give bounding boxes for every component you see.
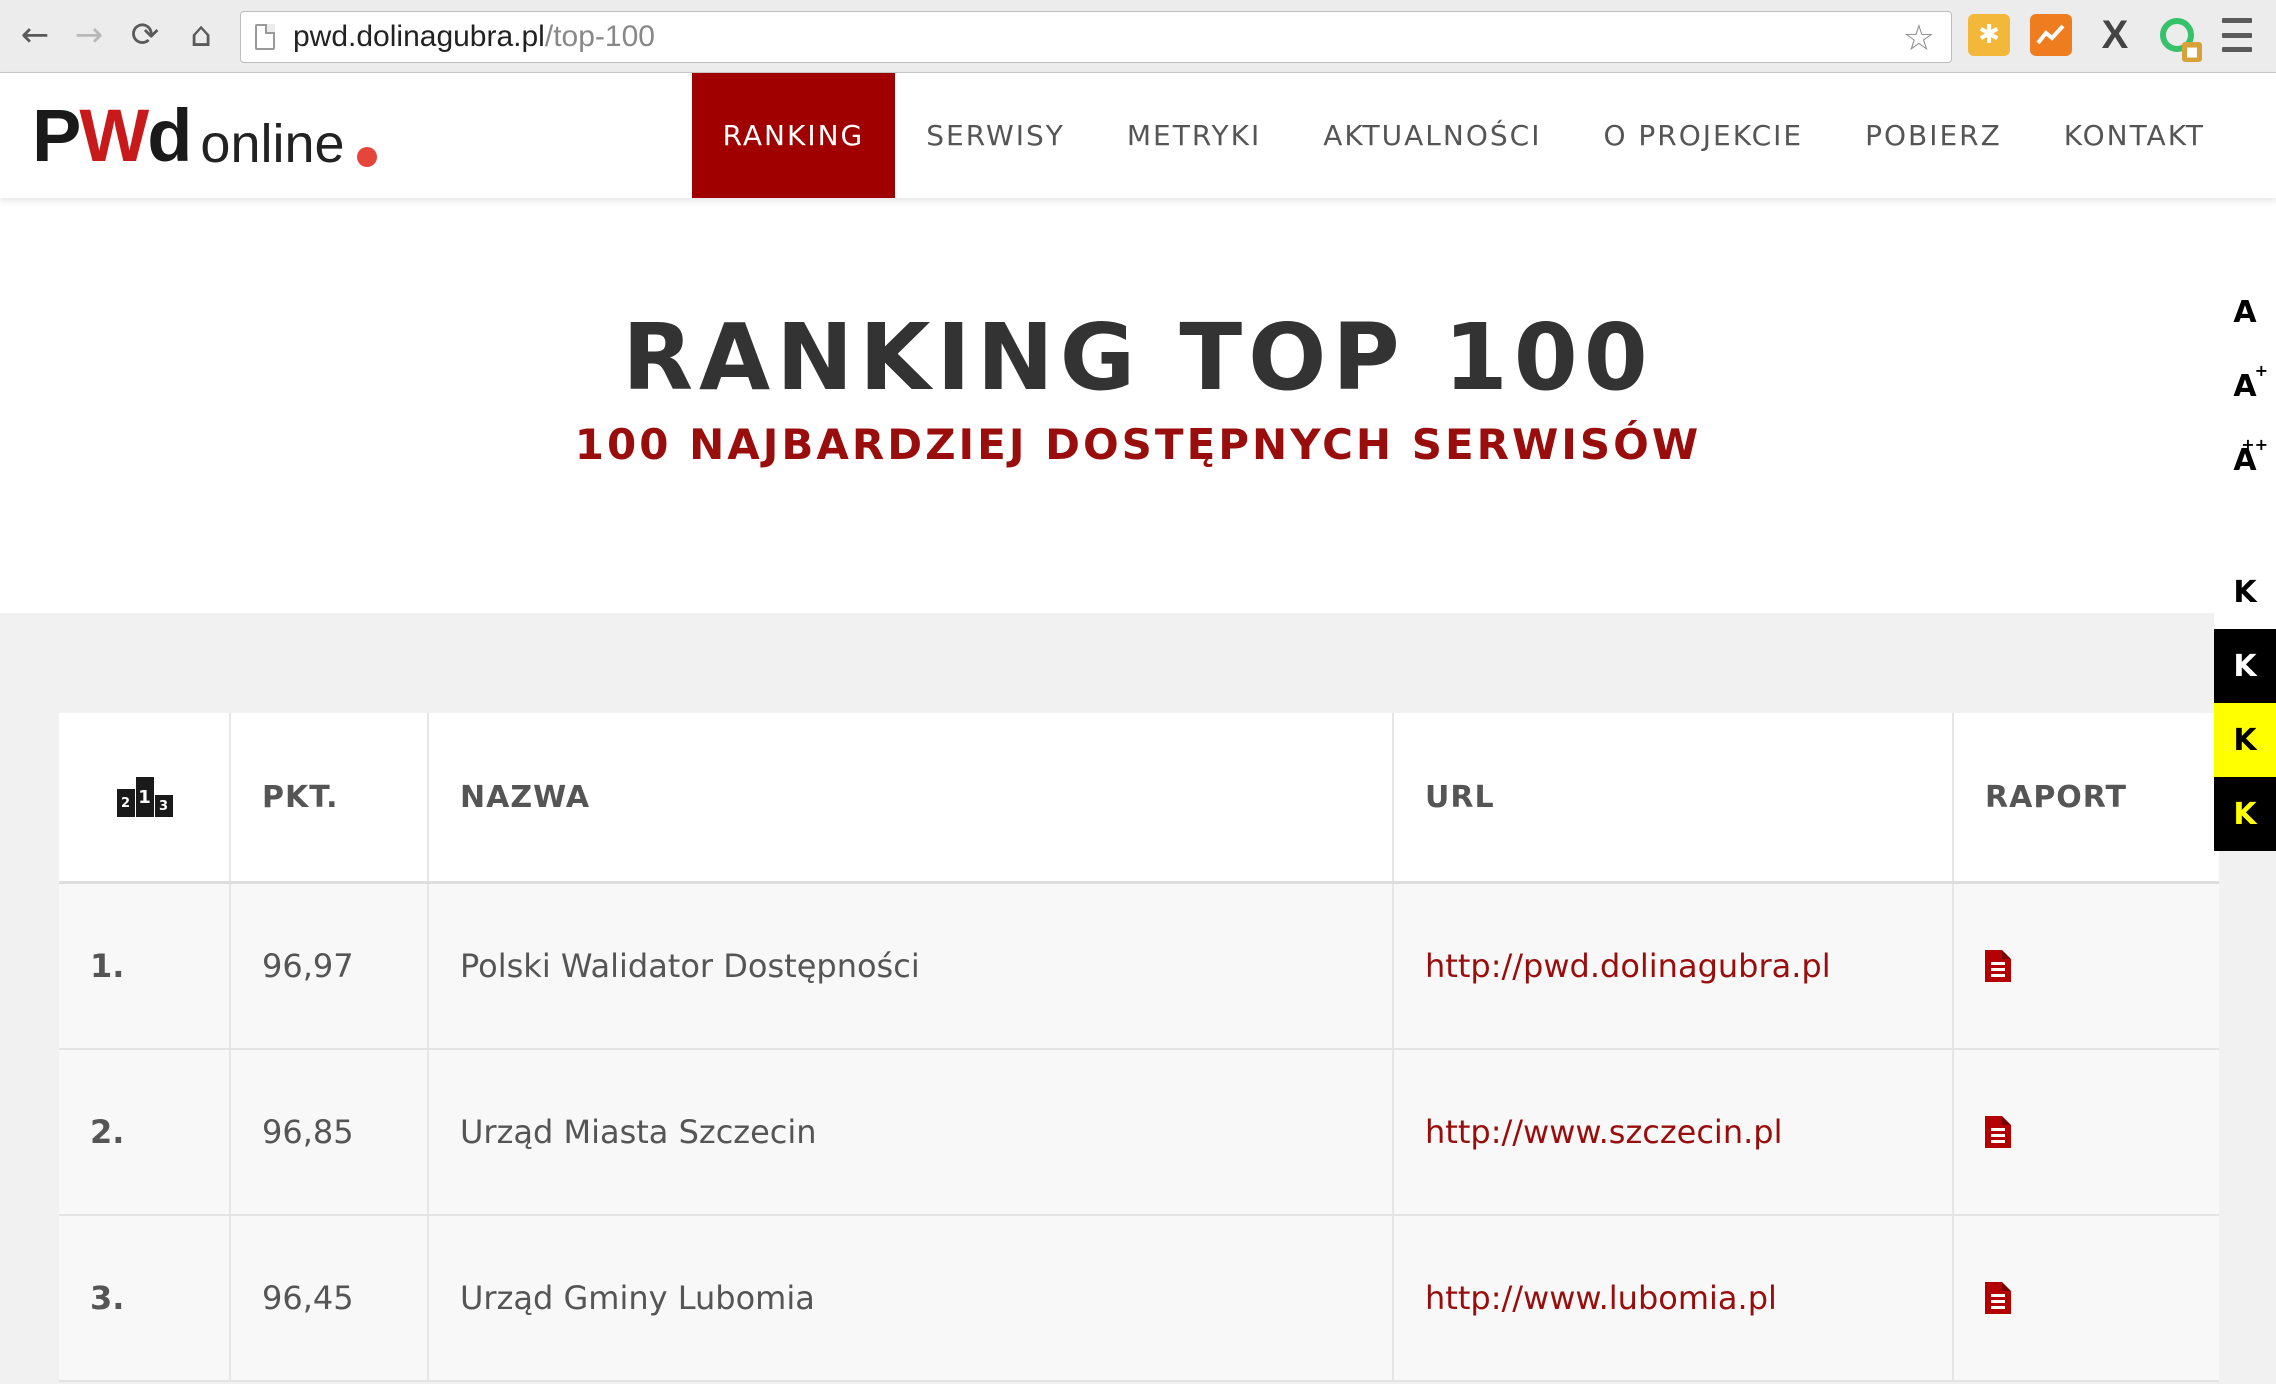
font-size-label: A xyxy=(2233,295,2257,330)
logo-pwd: PWd xyxy=(32,94,192,177)
font-size-sup: ++ xyxy=(2241,435,2268,454)
rank-cell: 3. xyxy=(59,1216,231,1380)
contrast-black-yellow-button[interactable]: K xyxy=(2214,777,2276,851)
report-document-icon[interactable] xyxy=(1985,1116,2011,1148)
nav-kontakt[interactable]: KONTAKT xyxy=(2033,73,2236,198)
url-cell: http://pwd.dolinagubra.pl xyxy=(1394,884,1954,1048)
nav-o-projekcie[interactable]: O PROJEKCIE xyxy=(1572,73,1834,198)
points-cell: 96,45 xyxy=(231,1216,429,1380)
table-header-row: 2 1 3 PKT. NAZWA URL RAPORT xyxy=(59,713,2219,884)
points-cell: 96,97 xyxy=(231,884,429,1048)
url-text[interactable]: pwd.dolinagubra.pl/top-100 xyxy=(293,20,655,54)
accessibility-bar: A A + A ++ K K K K xyxy=(2214,283,2276,851)
ranking-content: 2 1 3 PKT. NAZWA URL RAPORT 1. 96,97 Pol… xyxy=(0,613,2276,1384)
arrow-left-icon: ← xyxy=(20,15,50,55)
url-link[interactable]: http://pwd.dolinagubra.pl xyxy=(1425,947,1831,985)
back-button[interactable]: ← xyxy=(12,12,58,58)
page-subtitle: 100 NAJBARDZIEJ DOSTĘPNYCH SERWISÓW xyxy=(574,420,1702,469)
reload-button[interactable]: ⟳ xyxy=(122,12,168,58)
chart-extension-icon[interactable] xyxy=(2030,14,2072,56)
url-cell: http://www.szczecin.pl xyxy=(1394,1050,1954,1214)
contrast-black-white-button[interactable]: K xyxy=(2214,629,2276,703)
nav-ranking[interactable]: RANKING xyxy=(691,73,896,198)
url-cell: http://www.lubomia.pl xyxy=(1394,1216,1954,1380)
url-link[interactable]: http://www.lubomia.pl xyxy=(1425,1279,1777,1317)
font-size-label: A xyxy=(2233,369,2257,404)
home-icon: ⌂ xyxy=(190,15,212,55)
nav-pobierz[interactable]: POBIERZ xyxy=(1834,73,2033,198)
address-bar[interactable]: pwd.dolinagubra.pl/top-100 ☆ xyxy=(240,11,1952,63)
url-host: pwd.dolinagubra.pl xyxy=(293,20,545,53)
ranking-table: 2 1 3 PKT. NAZWA URL RAPORT 1. 96,97 Pol… xyxy=(59,713,2219,1382)
main-nav: RANKING SERWISY METRYKI AKTUALNOŚCI O PR… xyxy=(691,73,2236,198)
podium-second: 2 xyxy=(117,789,135,817)
font-size-normal-button[interactable]: A xyxy=(2214,283,2276,357)
bookmark-star-icon[interactable]: ☆ xyxy=(1903,18,1935,59)
report-cell xyxy=(1954,1216,2219,1380)
report-document-icon[interactable] xyxy=(1985,950,2011,982)
contrast-default-button[interactable]: K xyxy=(2214,555,2276,629)
table-row: 3. 96,45 Urząd Gminy Lubomia http://www.… xyxy=(59,1216,2219,1382)
table-row: 1. 96,97 Polski Walidator Dostępności ht… xyxy=(59,884,2219,1050)
nav-metryki[interactable]: METRYKI xyxy=(1096,73,1292,198)
rank-cell: 1. xyxy=(59,884,231,1048)
browser-toolbar: ← → ⟳ ⌂ pwd.dolinagubra.pl/top-100 ☆ ✱ X… xyxy=(0,0,2276,73)
forward-button[interactable]: → xyxy=(66,12,112,58)
podium-first: 1 xyxy=(136,777,154,817)
ring-extension-icon[interactable]: ■ xyxy=(2156,14,2202,62)
report-cell xyxy=(1954,884,2219,1048)
report-document-icon[interactable] xyxy=(1985,1282,2011,1314)
header-rank[interactable]: 2 1 3 xyxy=(59,713,231,881)
table-row: 2. 96,85 Urząd Miasta Szczecin http://ww… xyxy=(59,1050,2219,1216)
name-cell: Polski Walidator Dostępności xyxy=(429,884,1394,1048)
header-name[interactable]: NAZWA xyxy=(429,713,1394,881)
header-report: RAPORT xyxy=(1985,779,2128,815)
home-button[interactable]: ⌂ xyxy=(178,12,224,58)
font-size-xlarge-button[interactable]: A ++ xyxy=(2214,431,2276,505)
rank-cell: 2. xyxy=(59,1050,231,1214)
puzzle-extension-icon[interactable]: ✱ xyxy=(1968,14,2010,56)
url-path: /top-100 xyxy=(544,20,655,53)
site-logo[interactable]: PWd online xyxy=(32,99,377,173)
header-points[interactable]: PKT. xyxy=(231,713,429,881)
logo-online: online xyxy=(200,114,345,174)
report-cell xyxy=(1954,1050,2219,1214)
nav-serwisy[interactable]: SERWISY xyxy=(895,73,1096,198)
contrast-yellow-black-button[interactable]: K xyxy=(2214,703,2276,777)
site-header: PWd online RANKING SERWISY METRYKI AKTUA… xyxy=(0,73,2276,198)
name-cell: Urząd Gminy Lubomia xyxy=(429,1216,1394,1380)
header-url[interactable]: URL xyxy=(1394,713,1954,881)
font-size-sup: + xyxy=(2254,361,2268,380)
nav-aktualnosci[interactable]: AKTUALNOŚCI xyxy=(1292,73,1572,198)
arrow-right-icon: → xyxy=(74,15,104,55)
x-extension-icon[interactable]: X xyxy=(2094,13,2136,57)
podium-icon: 2 1 3 xyxy=(117,777,174,817)
page-title: RANKING TOP 100 xyxy=(622,304,1654,411)
browser-menu-icon[interactable] xyxy=(2222,18,2252,52)
hero-section: RANKING TOP 100 100 NAJBARDZIEJ DOSTĘPNY… xyxy=(0,198,2276,613)
reload-icon: ⟳ xyxy=(130,15,160,55)
logo-dot xyxy=(356,147,377,167)
page-icon xyxy=(255,24,275,50)
font-size-large-button[interactable]: A + xyxy=(2214,357,2276,431)
extension-badge: ■ xyxy=(2182,42,2202,62)
points-cell: 96,85 xyxy=(231,1050,429,1214)
url-link[interactable]: http://www.szczecin.pl xyxy=(1425,1113,1782,1151)
name-cell: Urząd Miasta Szczecin xyxy=(429,1050,1394,1214)
podium-third: 3 xyxy=(155,795,173,817)
